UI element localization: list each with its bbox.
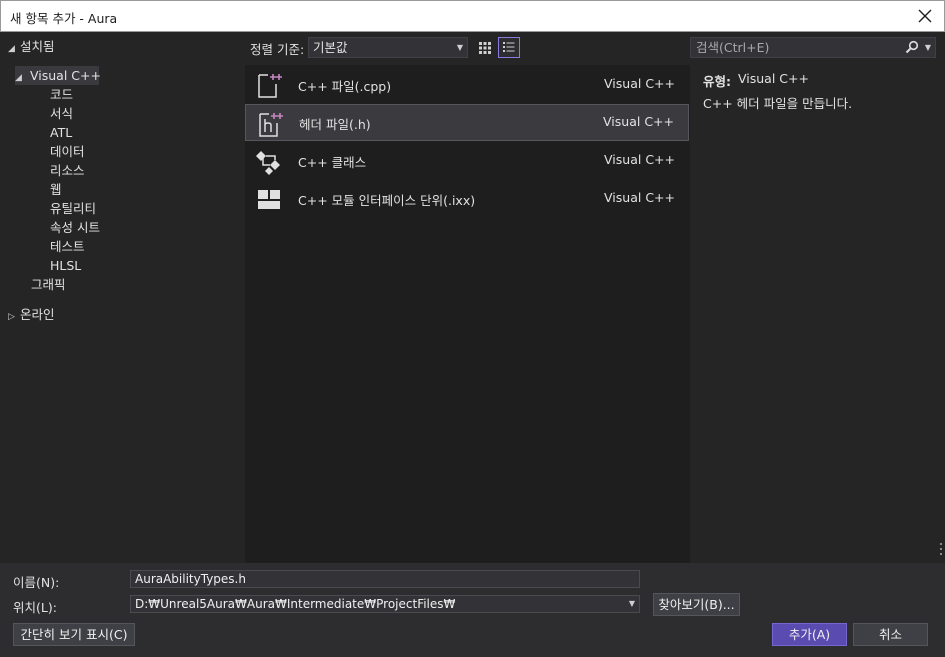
- list-item-header-file[interactable]: 헤더 파일(.h) Visual C++: [245, 104, 689, 141]
- item-name: 헤더 파일(.h): [299, 117, 371, 132]
- module-icon: [258, 190, 280, 209]
- item-name: C++ 모듈 인터페이스 단위(.ixx): [298, 193, 476, 208]
- sort-dropdown[interactable]: 기본값 ▼: [308, 37, 468, 58]
- compact-view-button-label: 간단히 보기 표시(C): [20, 627, 128, 642]
- tree-item-label: 코드: [50, 87, 74, 102]
- name-value: AuraAbilityTypes.h: [135, 572, 246, 586]
- caret-down-icon[interactable]: ◢: [15, 69, 27, 88]
- list-item-cpp-file[interactable]: C++ 파일(.cpp) Visual C++: [245, 66, 689, 103]
- name-field[interactable]: AuraAbilityTypes.h: [130, 570, 640, 588]
- details-pane: 유형: Visual C++ C++ 헤더 파일을 만듭니다.: [690, 65, 945, 563]
- tree-item-label: ATL: [50, 125, 73, 140]
- template-list: C++ 파일(.cpp) Visual C++ 헤더 파일(.h) Visual…: [245, 65, 690, 563]
- tree-graphics[interactable]: 그래픽: [31, 275, 66, 294]
- browse-button[interactable]: 찾아보기(B)...: [653, 593, 740, 616]
- tree-item-property-sheet[interactable]: 속성 시트: [50, 218, 100, 237]
- item-name: C++ 파일(.cpp): [298, 79, 392, 94]
- tree-item-format[interactable]: 서식: [50, 104, 73, 123]
- cancel-button[interactable]: 취소: [853, 623, 928, 646]
- tree-item-web[interactable]: 웹: [50, 180, 62, 199]
- bottom-panel: 이름(N): AuraAbilityTypes.h 위치(L): D:₩Unre…: [0, 563, 945, 657]
- sort-value: 기본값: [313, 40, 348, 55]
- item-language: Visual C++: [604, 190, 675, 205]
- search-input[interactable]: 검색(Ctrl+E) ▼: [690, 37, 936, 58]
- search-options-arrow-icon[interactable]: ▼: [925, 38, 931, 57]
- tree-visual-cpp-label: Visual C++: [30, 68, 101, 83]
- tree-item-label: 서식: [50, 106, 74, 121]
- tree-item-label: 데이터: [50, 144, 85, 159]
- tree-item-label: 웹: [50, 182, 62, 197]
- location-field[interactable]: D:₩Unreal5Aura₩Aura₩Intermediate₩Project…: [130, 595, 640, 613]
- dropdown-arrow-icon: ▼: [456, 43, 463, 52]
- search-placeholder: 검색(Ctrl+E): [696, 40, 770, 55]
- item-language: Visual C++: [604, 76, 675, 91]
- compact-view-button[interactable]: 간단히 보기 표시(C): [13, 623, 135, 646]
- title-bar: 새 항목 추가 - Aura: [0, 0, 945, 32]
- browse-button-label: 찾아보기(B)...: [658, 597, 735, 612]
- tree-graphics-label: 그래픽: [31, 277, 66, 292]
- tree-installed[interactable]: ◢ 설치됨: [8, 37, 55, 56]
- list-view-button[interactable]: [498, 37, 520, 58]
- item-language: Visual C++: [603, 114, 674, 129]
- cpp-file-icon: [258, 74, 282, 98]
- tree-item-label: 속성 시트: [50, 220, 100, 235]
- grid-view-button[interactable]: [474, 37, 496, 58]
- tree-item-label: 유틸리티: [50, 201, 97, 216]
- header-file-icon: [259, 113, 283, 137]
- class-icon: [256, 151, 280, 175]
- type-value: Visual C++: [738, 71, 809, 86]
- caret-right-icon[interactable]: ▷: [8, 308, 20, 327]
- template-tree: ◢ 설치됨 ◢ Visual C++ 코드 서식 ATL 데이터 리소스 웹 유틸리…: [2, 33, 245, 563]
- location-value: D:₩Unreal5Aura₩Aura₩Intermediate₩Project…: [135, 597, 456, 611]
- add-button[interactable]: 추가(A): [772, 623, 847, 646]
- tree-item-hlsl[interactable]: HLSL: [50, 256, 81, 275]
- tree-online-label: 온라인: [20, 307, 55, 322]
- grid-view-icon: [479, 42, 491, 54]
- type-label: 유형:: [703, 74, 731, 89]
- tree-item-label: 테스트: [50, 239, 85, 254]
- tree-item-atl[interactable]: ATL: [50, 123, 72, 142]
- location-label: 위치(L):: [13, 600, 57, 615]
- tree-item-label: HLSL: [50, 258, 82, 273]
- tree-installed-label: 설치됨: [20, 39, 55, 54]
- window-title: 새 항목 추가 - Aura: [10, 11, 118, 26]
- list-view-icon: [503, 42, 515, 52]
- name-label: 이름(N):: [13, 575, 60, 590]
- sort-label: 정렬 기준:: [250, 42, 305, 57]
- tree-item-test[interactable]: 테스트: [50, 237, 85, 256]
- dropdown-arrow-icon[interactable]: ▼: [629, 596, 635, 612]
- tree-item-data[interactable]: 데이터: [50, 142, 85, 161]
- tree-item-utility[interactable]: 유틸리티: [50, 199, 96, 218]
- tree-visual-cpp[interactable]: ◢ Visual C++: [15, 66, 101, 88]
- caret-down-icon[interactable]: ◢: [8, 40, 20, 59]
- item-name: C++ 클래스: [298, 155, 367, 170]
- close-icon[interactable]: [914, 5, 936, 27]
- list-item-cpp-module[interactable]: C++ 모듈 인터페이스 단위(.ixx) Visual C++: [245, 180, 689, 217]
- list-item-cpp-class[interactable]: C++ 클래스 Visual C++: [245, 142, 689, 179]
- search-icon[interactable]: [905, 40, 919, 54]
- item-description: C++ 헤더 파일을 만듭니다.: [703, 96, 853, 111]
- tree-item-label: 리소스: [50, 163, 85, 178]
- tree-online[interactable]: ▷ 온라인: [8, 305, 55, 324]
- tree-item-resource[interactable]: 리소스: [50, 161, 85, 180]
- cancel-button-label: 취소: [878, 627, 902, 642]
- resize-grip-icon: [940, 543, 942, 555]
- add-button-label: 추가(A): [788, 627, 831, 642]
- item-language: Visual C++: [604, 152, 675, 167]
- tree-item-code[interactable]: 코드: [50, 85, 73, 104]
